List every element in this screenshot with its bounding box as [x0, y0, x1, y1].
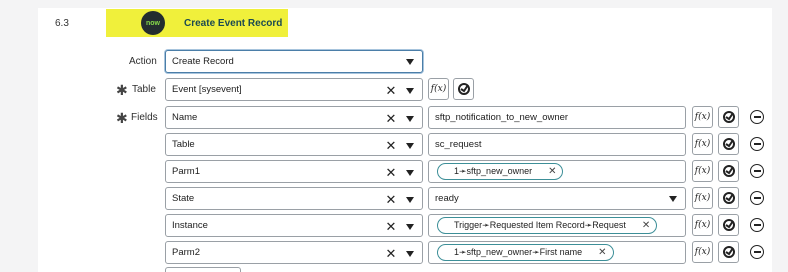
data-pill-picker-button[interactable] [453, 78, 474, 100]
field-name: Parm1 [172, 166, 200, 177]
chevron-down-icon[interactable] [406, 224, 414, 230]
add-field-button[interactable] [165, 267, 241, 272]
required-asterisk-icon: ✱ [116, 82, 128, 98]
chevron-down-icon[interactable] [406, 197, 414, 203]
field-name-select[interactable]: Instance ✕ [165, 214, 423, 237]
field-value-input[interactable]: sc_request [428, 133, 686, 156]
data-pill-label: 1➛sftp_new_owner➛First name [454, 247, 583, 257]
data-pill-label: 1➛sftp_new_owner [454, 166, 533, 176]
fx-icon: f(x) [694, 166, 711, 176]
clear-x-icon[interactable]: ✕ [384, 138, 398, 154]
chevron-down-icon[interactable] [669, 196, 677, 202]
data-pill-picker-button[interactable] [718, 214, 739, 236]
data-pill-picker-button[interactable] [718, 106, 739, 128]
action-value: Create Record [172, 56, 234, 67]
fx-icon: f(x) [694, 220, 711, 230]
clear-x-icon[interactable]: ✕ [384, 219, 398, 235]
field-name-select[interactable]: Name ✕ [165, 106, 423, 129]
field-value-input[interactable]: sftp_notification_to_new_owner [428, 106, 686, 129]
function-button[interactable]: f(x) [428, 78, 449, 100]
chevron-down-icon[interactable] [406, 116, 414, 122]
clear-x-icon[interactable]: ✕ [384, 111, 398, 127]
step-number: 6.3 [55, 18, 69, 29]
table-reference-field[interactable]: Event [sysevent] ✕ [165, 78, 423, 101]
remove-pill-icon[interactable]: ✕ [642, 220, 650, 231]
field-name-select[interactable]: Table ✕ [165, 133, 423, 156]
now-logo-icon: now [141, 11, 165, 35]
fx-icon: f(x) [694, 247, 711, 257]
chevron-down-icon[interactable] [406, 251, 414, 257]
remove-pill-icon[interactable]: ✕ [548, 166, 556, 177]
field-value-select[interactable]: ready [428, 187, 686, 210]
clear-x-icon[interactable]: ✕ [384, 83, 398, 99]
function-button[interactable]: f(x) [692, 241, 713, 263]
function-button[interactable]: f(x) [692, 133, 713, 155]
remove-row-icon[interactable] [750, 191, 764, 205]
field-name-select[interactable]: Parm2 ✕ [165, 241, 423, 264]
data-pill-picker-icon [722, 165, 735, 177]
data-pill[interactable]: 1➛sftp_new_owner➛First name ✕ [437, 244, 614, 261]
function-button[interactable]: f(x) [692, 214, 713, 236]
fx-icon: f(x) [694, 112, 711, 122]
data-pill-picker-icon [457, 83, 470, 95]
data-pill-picker-button[interactable] [718, 241, 739, 263]
field-name: State [172, 193, 195, 204]
data-pill-picker-icon [722, 219, 735, 231]
clear-x-icon[interactable]: ✕ [384, 192, 398, 208]
field-value: sftp_notification_to_new_owner [435, 112, 569, 123]
data-pill-picker-icon [722, 138, 735, 150]
field-value: sc_request [435, 139, 482, 150]
table-label: Table [132, 84, 156, 95]
field-value-input[interactable]: 1➛sftp_new_owner ✕ [428, 160, 686, 183]
data-pill-picker-button[interactable] [718, 187, 739, 209]
step-title: Create Event Record [184, 17, 283, 29]
remove-row-icon[interactable] [750, 110, 764, 124]
fx-icon: f(x) [694, 139, 711, 149]
function-button[interactable]: f(x) [692, 160, 713, 182]
action-label: Action [129, 56, 157, 67]
step-header[interactable]: now Create Event Record [106, 9, 288, 37]
required-asterisk-icon: ✱ [116, 110, 128, 126]
chevron-down-icon[interactable] [406, 88, 414, 94]
data-pill-label: Trigger➛Requested Item Record➛Request [454, 220, 626, 230]
remove-pill-icon[interactable]: ✕ [598, 247, 606, 258]
field-name: Name [172, 112, 198, 123]
chevron-down-icon[interactable] [406, 143, 414, 149]
field-value-input[interactable]: 1➛sftp_new_owner➛First name ✕ [428, 241, 686, 264]
action-select[interactable]: Create Record [165, 50, 423, 73]
remove-row-icon[interactable] [750, 245, 764, 259]
remove-row-icon[interactable] [750, 164, 764, 178]
data-pill-picker-icon [722, 246, 735, 258]
field-name: Instance [172, 220, 208, 231]
data-pill-picker-icon [722, 192, 735, 204]
field-name: Parm2 [172, 247, 200, 258]
field-value-input[interactable]: Trigger➛Requested Item Record➛Request ✕ [428, 214, 686, 237]
remove-row-icon[interactable] [750, 137, 764, 151]
function-button[interactable]: f(x) [692, 106, 713, 128]
field-name-select[interactable]: State ✕ [165, 187, 423, 210]
fields-label: Fields [131, 112, 158, 123]
data-pill[interactable]: Trigger➛Requested Item Record➛Request ✕ [437, 217, 658, 234]
field-value: ready [435, 193, 459, 204]
function-button[interactable]: f(x) [692, 187, 713, 209]
clear-x-icon[interactable]: ✕ [384, 246, 398, 262]
data-pill-picker-button[interactable] [718, 133, 739, 155]
data-pill-picker-button[interactable] [718, 160, 739, 182]
clear-x-icon[interactable]: ✕ [384, 165, 398, 181]
remove-row-icon[interactable] [750, 218, 764, 232]
fx-icon: f(x) [694, 193, 711, 203]
field-name: Table [172, 139, 195, 150]
field-name-select[interactable]: Parm1 ✕ [165, 160, 423, 183]
fx-icon: f(x) [430, 84, 447, 94]
data-pill-picker-icon [722, 111, 735, 123]
chevron-down-icon[interactable] [406, 170, 414, 176]
table-value: Event [sysevent] [172, 84, 242, 95]
data-pill[interactable]: 1➛sftp_new_owner ✕ [437, 163, 564, 180]
chevron-down-icon[interactable] [406, 59, 414, 65]
